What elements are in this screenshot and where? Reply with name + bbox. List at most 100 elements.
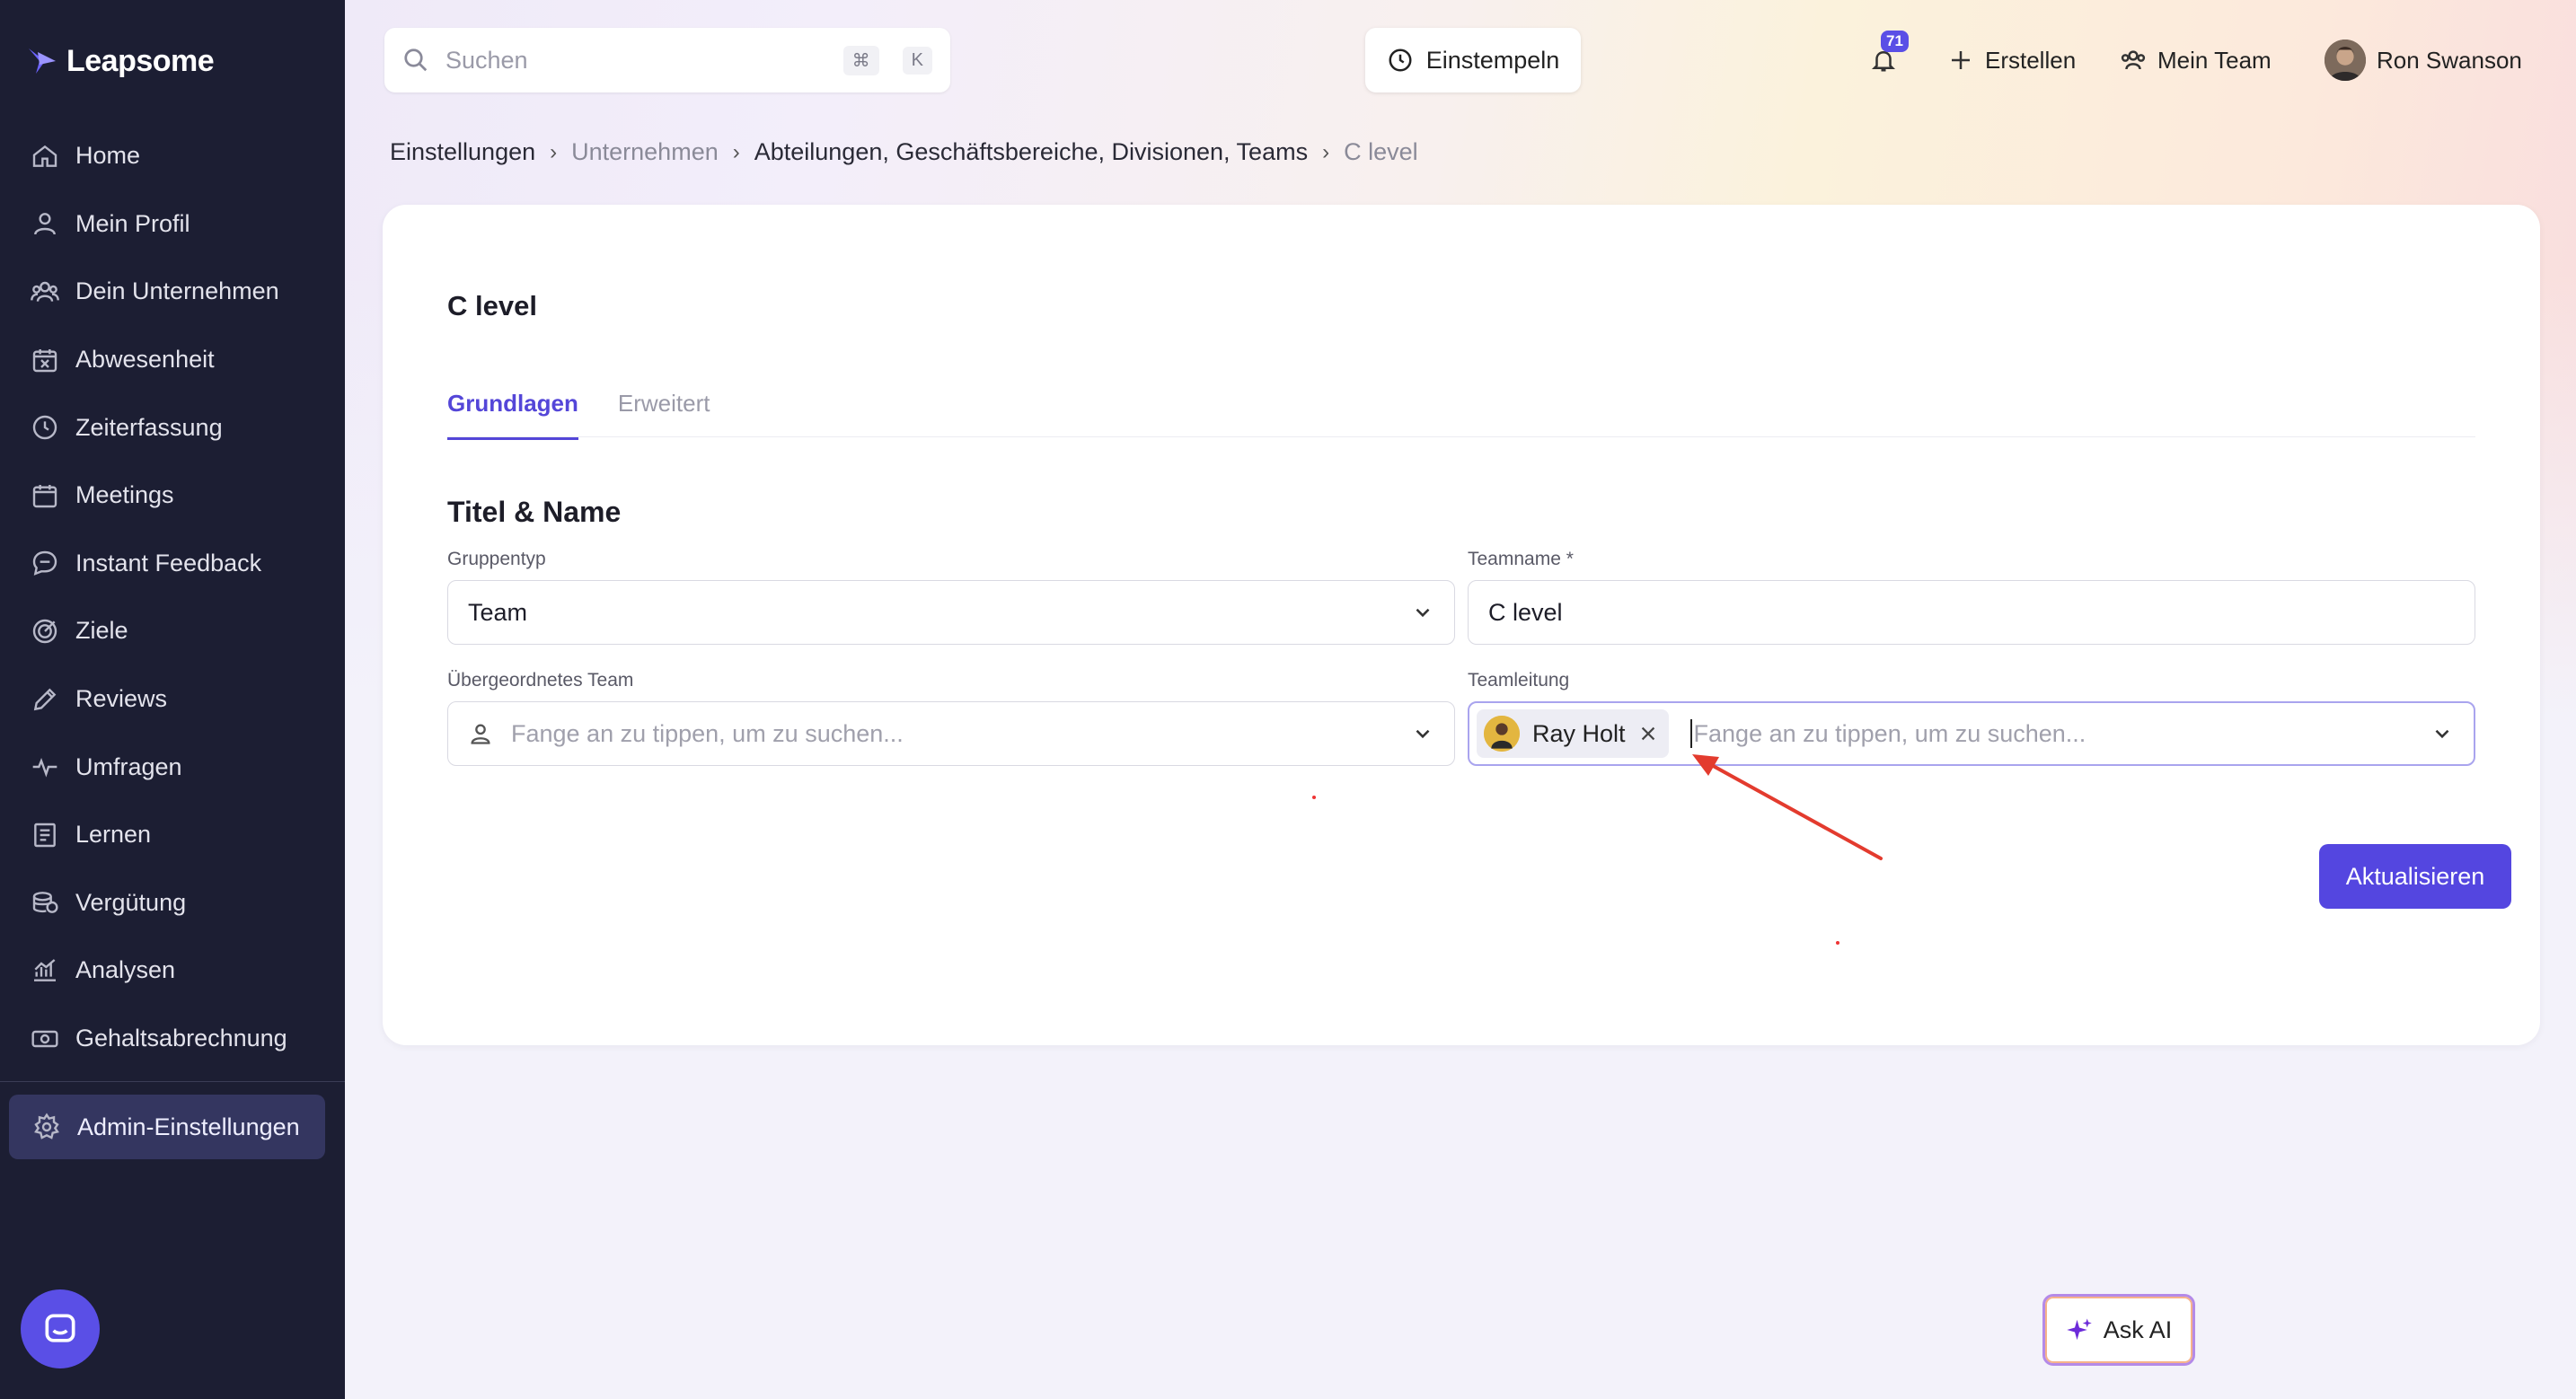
sidebar-item-label: Abwesenheit [75,346,215,374]
user-search-icon [471,724,490,744]
text-cursor [1689,719,1692,748]
users-icon [31,281,59,302]
clock-in-button[interactable]: Einstempeln [1365,28,1581,92]
leapsome-logo-icon [29,48,56,74]
user-avatar-icon [1484,716,1520,752]
sidebar-item-label: Vergütung [75,888,187,916]
sidebar-item-gehaltsabrechnung[interactable]: Gehaltsabrechnung [0,1005,345,1073]
sidebar-item-verguetung[interactable]: Vergütung [0,869,345,937]
parent-team-placeholder: Fange an zu tippen, um zu suchen... [511,719,904,747]
shortcut-key: K [902,46,932,75]
chevron-down-icon [1416,608,1430,618]
breadcrumb-item[interactable]: Unternehmen [571,138,719,166]
team-lead-label: Teamleitung [1468,670,1570,691]
parent-team-label: Übergeordnetes Team [447,670,634,691]
book-icon [34,823,56,847]
group-type-select[interactable]: Team [447,580,1455,645]
plus-icon [1952,51,1970,69]
breadcrumb-current: C level [1344,138,1418,165]
group-type-label: Gruppentyp [447,549,546,569]
sidebar-item-label: Reviews [75,685,168,713]
target-icon [32,619,57,644]
sidebar-item-label: Mein Profil [75,209,190,237]
sidebar-item-home[interactable]: Home [0,122,345,190]
clock-icon [1389,48,1412,72]
parent-team-select[interactable]: Fange an zu tippen, um zu suchen... [447,701,1455,766]
chevron-down-icon [2435,729,2449,739]
home-icon [32,145,57,167]
sidebar-item-umfragen[interactable]: Umfragen [0,733,345,801]
chevron-right-icon: › [732,139,740,164]
sidebar-item-abwesenheit[interactable]: Abwesenheit [0,326,345,394]
clock-in-label: Einstempeln [1425,46,1560,74]
create-label: Erstellen [1985,46,2077,74]
sidebar-item-zeiterfassung[interactable]: Zeiterfassung [0,393,345,462]
close-icon[interactable] [1638,724,1658,743]
annotation-dot [1836,941,1839,945]
avatar [1484,716,1520,752]
team-name-value: C level [1488,598,1563,626]
sidebar-item-admin-einstellungen[interactable]: Admin-Einstellungen [9,1095,325,1159]
shortcut-cmd: ⌘ [842,45,879,75]
calendar-x-icon [32,348,57,372]
sidebar-item-mein-profil[interactable]: Mein Profil [0,190,345,259]
chevron-right-icon: › [1322,139,1330,164]
pulse-icon [32,758,57,778]
annotation-dot [1312,796,1316,799]
sidebar-item-ziele[interactable]: Ziele [0,597,345,665]
sidebar-item-instant-feedback[interactable]: Instant Feedback [0,530,345,598]
tab-bar: Grundlagen Erweitert [447,390,710,440]
sidebar-item-reviews[interactable]: Reviews [0,665,345,734]
team-lead-placeholder: Fange an zu tippen, um zu suchen... [1693,719,2086,747]
search-icon [404,48,428,72]
team-name-field[interactable]: C level [1468,580,2475,645]
my-team-button[interactable]: Mein Team [2120,36,2272,84]
breadcrumb-item[interactable]: Abteilungen, Geschäftsbereiche, Division… [754,138,1308,166]
users-icon [2121,50,2146,70]
avatar [2325,40,2366,81]
user-profile-button[interactable]: Ron Swanson [2325,36,2522,84]
sidebar-item-label: Zeiterfassung [75,413,223,441]
ask-ai-button[interactable]: Ask AI [2042,1294,2195,1366]
breadcrumb: Einstellungen › Unternehmen › Abteilunge… [390,138,1418,166]
chevron-down-icon [1416,729,1430,739]
tab-erweitert[interactable]: Erweitert [618,390,710,440]
chat-icon [32,551,57,576]
notification-badge: 71 [1881,31,1909,52]
team-name-label: Teamname * [1468,549,1574,569]
search-input[interactable]: Suchen ⌘ K [384,28,950,92]
coins-icon [32,892,58,914]
sidebar-item-label: Lernen [75,821,152,849]
logo-text: Leapsome [66,43,215,78]
sidebar-item-label: Meetings [75,481,174,509]
calendar-icon [32,484,57,507]
tab-grundlagen[interactable]: Grundlagen [447,390,578,440]
user-icon [34,213,56,235]
update-button[interactable]: Aktualisieren [2319,844,2511,909]
section-title: Titel & Name [447,496,622,528]
my-team-label: Mein Team [2157,46,2272,74]
search-placeholder: Suchen [446,46,528,74]
pencil-icon [33,688,57,710]
create-button[interactable]: Erstellen [1947,36,2076,84]
team-lead-select[interactable]: Ray Holt Fange an zu tippen, um zu suche… [1468,701,2475,766]
settings-card: C level Grundlagen Erweitert Titel & Nam… [383,205,2540,1045]
support-chat-button[interactable] [21,1289,100,1368]
user-avatar-icon [2325,40,2366,81]
sidebar: Leapsome Home Mein Profil Dein Unternehm… [0,0,345,1399]
page-title: C level [447,290,537,321]
sidebar-item-dein-unternehmen[interactable]: Dein Unternehmen [0,258,345,326]
sidebar-item-lernen[interactable]: Lernen [0,801,345,869]
sidebar-item-meetings[interactable]: Meetings [0,462,345,530]
sparkle-icon [2066,1318,2092,1341]
tab-divider [447,436,2475,437]
chat-bubble-icon [45,1314,75,1342]
sidebar-item-label: Ziele [75,617,128,645]
breadcrumb-item[interactable]: Einstellungen [390,138,535,166]
sidebar-item-label: Admin-Einstellungen [77,1113,300,1140]
chip-label: Ray Holt [1532,719,1626,747]
sidebar-item-label: Gehaltsabrechnung [75,1025,287,1052]
money-icon [31,1030,58,1047]
leapsome-logo[interactable]: Leapsome [25,43,215,79]
sidebar-item-analysen[interactable]: Analysen [0,937,345,1005]
